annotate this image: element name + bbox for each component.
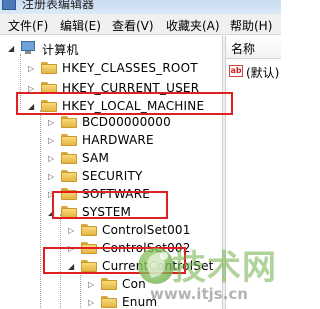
menu-file[interactable]: 文件(F) xyxy=(8,17,48,34)
folder-icon xyxy=(61,116,77,128)
computer-icon xyxy=(21,41,35,54)
string-value-icon: ab xyxy=(229,65,243,77)
tree-node-label: Con xyxy=(122,277,146,291)
tree-node-label: 计算机 xyxy=(42,43,79,57)
tree-node-label: HKEY_LOCAL_MACHINE xyxy=(62,99,205,113)
collapsed-arrow-icon[interactable]: ▷ xyxy=(28,84,34,94)
tree-node-label: ControlSet001 xyxy=(102,223,191,237)
title-bar: 注册表编辑器 xyxy=(0,0,281,14)
folder-icon xyxy=(41,62,57,74)
menu-edit[interactable]: 编辑(E) xyxy=(60,17,101,34)
collapsed-arrow-icon[interactable]: ▷ xyxy=(68,244,74,254)
tree-node-label: SAM xyxy=(82,151,110,165)
tree-node-hkey-classes-root[interactable]: ▷ HKEY_CLASSES_ROOT xyxy=(0,58,222,79)
tree-node-label: HKEY_CLASSES_ROOT xyxy=(62,61,198,75)
window-title: 注册表编辑器 xyxy=(22,0,95,11)
folder-open-icon xyxy=(61,206,77,218)
folder-open-icon xyxy=(81,260,97,272)
collapsed-arrow-icon[interactable]: ▷ xyxy=(28,64,34,74)
expanded-arrow-icon[interactable]: ◢ xyxy=(8,44,14,54)
expanded-arrow-icon[interactable]: ◢ xyxy=(28,102,34,112)
watermark-url: www.itjs.cn xyxy=(150,285,248,303)
folder-icon xyxy=(101,296,117,308)
folder-open-icon xyxy=(41,100,57,112)
collapsed-arrow-icon[interactable]: ▷ xyxy=(68,226,74,236)
folder-icon xyxy=(61,134,77,146)
folder-icon xyxy=(61,170,77,182)
tree-node-label: HKEY_CURRENT_USER xyxy=(62,81,200,95)
collapsed-arrow-icon[interactable]: ▷ xyxy=(88,298,94,308)
column-header-label: 名称 xyxy=(231,42,256,56)
folder-icon xyxy=(61,152,77,164)
watermark-logo-icon xyxy=(138,248,174,284)
folder-icon xyxy=(41,82,57,94)
tree-node-computer[interactable]: ◢ 计算机 xyxy=(0,38,222,59)
tree-node-label: SECURITY xyxy=(82,169,143,183)
tree-node-label: BCD00000000 xyxy=(82,115,171,129)
tree-node-label: SYSTEM xyxy=(82,205,132,219)
tree-node-label: HARDWARE xyxy=(82,133,154,147)
value-row-default[interactable]: ab (默认) xyxy=(226,63,281,81)
column-header-name[interactable]: 名称 xyxy=(226,36,281,59)
menu-bar: 文件(F) 编辑(E) 查看(V) 收藏夹(A) 帮助(H) xyxy=(0,14,281,35)
regedit-app-icon xyxy=(2,0,16,10)
tree-node-label: SOFTWARE xyxy=(82,187,151,201)
expanded-arrow-icon[interactable]: ◢ xyxy=(48,208,54,218)
folder-icon xyxy=(81,242,97,254)
collapsed-arrow-icon[interactable]: ▷ xyxy=(48,190,54,200)
menu-view[interactable]: 查看(V) xyxy=(112,17,154,34)
folder-icon xyxy=(81,224,97,236)
expanded-arrow-icon[interactable]: ◢ xyxy=(68,262,74,272)
collapsed-arrow-icon[interactable]: ▷ xyxy=(48,118,54,128)
value-name: (默认) xyxy=(246,66,280,80)
menu-help[interactable]: 帮助(H) xyxy=(230,17,272,34)
folder-icon xyxy=(61,188,77,200)
collapsed-arrow-icon[interactable]: ▷ xyxy=(48,154,54,164)
watermark-brand: 技术网 xyxy=(172,248,277,288)
menu-favorites[interactable]: 收藏夹(A) xyxy=(166,17,220,34)
collapsed-arrow-icon[interactable]: ▷ xyxy=(88,280,94,290)
folder-icon xyxy=(101,278,117,290)
collapsed-arrow-icon[interactable]: ▷ xyxy=(48,136,54,146)
collapsed-arrow-icon[interactable]: ▷ xyxy=(48,172,54,182)
